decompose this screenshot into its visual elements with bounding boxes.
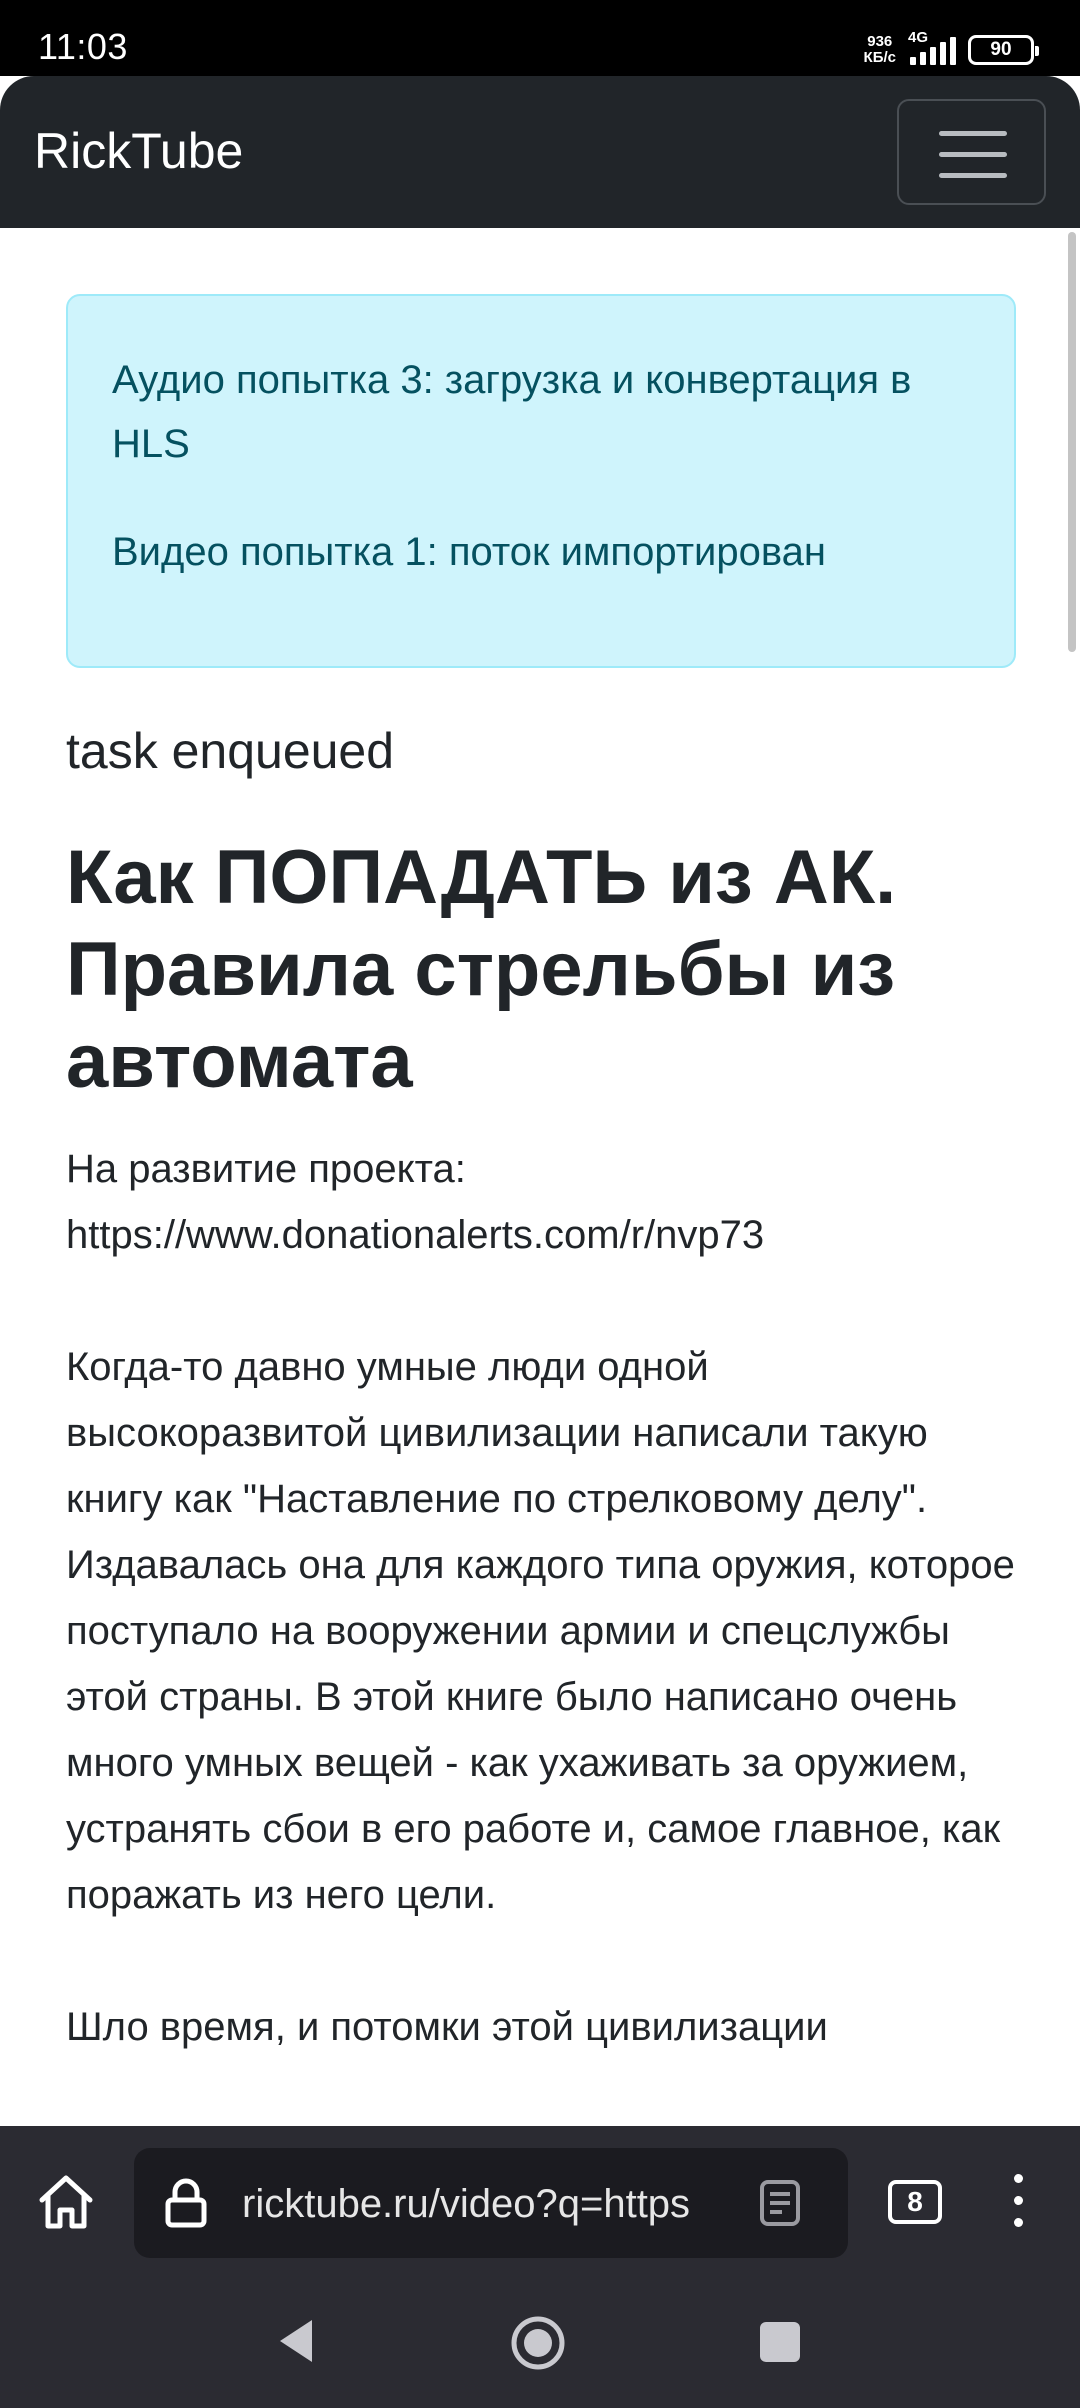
address-bar[interactable]: ricktube.ru/video?q=https <box>134 2148 848 2258</box>
hamburger-icon <box>939 131 1007 136</box>
status-time: 11:03 <box>38 26 128 67</box>
video-status: Видео попытка 1: поток импортирован <box>112 530 826 574</box>
page-scrollbar[interactable] <box>1068 232 1076 652</box>
network-speed-unit: КБ/с <box>863 49 896 66</box>
signal-icon: 4G <box>908 29 956 65</box>
status-icons: 936 КБ/с 4G 90 <box>864 29 1039 70</box>
back-icon[interactable] <box>276 2316 316 2371</box>
status-bar: 11:03 936 КБ/с 4G 90 <box>0 0 1080 76</box>
network-type: 4G <box>908 29 929 46</box>
network-speed-value: 936 <box>867 33 893 50</box>
reader-mode-icon[interactable] <box>758 2178 802 2228</box>
battery-icon: 90 <box>968 35 1039 65</box>
url-text[interactable]: ricktube.ru/video?q=https <box>242 2182 762 2226</box>
home-circle-icon[interactable] <box>509 2314 567 2377</box>
battery-level: 90 <box>990 39 1012 60</box>
video-title: Как ПОПАДАТЬ из АК. Правила стрельбы из … <box>66 835 897 1104</box>
site-navbar: RickTube <box>0 76 1080 228</box>
screen: 11:03 936 КБ/с 4G 90 RickTube Аудио попы… <box>0 0 1080 2408</box>
system-nav-bar <box>0 2282 1080 2408</box>
network-speed: 936 КБ/с <box>864 34 896 66</box>
description-paragraph: Шло время, и потомки этой цивилизации <box>66 2005 828 2049</box>
recents-icon[interactable] <box>760 2322 800 2362</box>
browser-toolbar: ricktube.ru/video?q=https 8 <box>0 2126 1080 2282</box>
tabs-icon[interactable]: 8 <box>888 2180 942 2224</box>
site-brand[interactable]: RickTube <box>34 122 243 180</box>
description-paragraph: Когда-то давно умные люди одной высокора… <box>66 1345 1015 1917</box>
description-paragraph: На развитие проекта: https://www.donatio… <box>66 1147 765 1257</box>
more-vert-icon[interactable] <box>1010 2174 1026 2234</box>
audio-status: Аудио попытка 3: загрузка и конвертация … <box>112 358 912 466</box>
home-icon[interactable] <box>34 2170 98 2234</box>
navbar-toggle-button[interactable] <box>897 99 1046 205</box>
task-status: task enqueued <box>66 723 395 779</box>
progress-alert: Аудио попытка 3: загрузка и конвертация … <box>66 294 1016 668</box>
video-description: На развитие проекта: https://www.donatio… <box>66 1136 1016 2126</box>
lock-icon[interactable] <box>164 2178 208 2228</box>
